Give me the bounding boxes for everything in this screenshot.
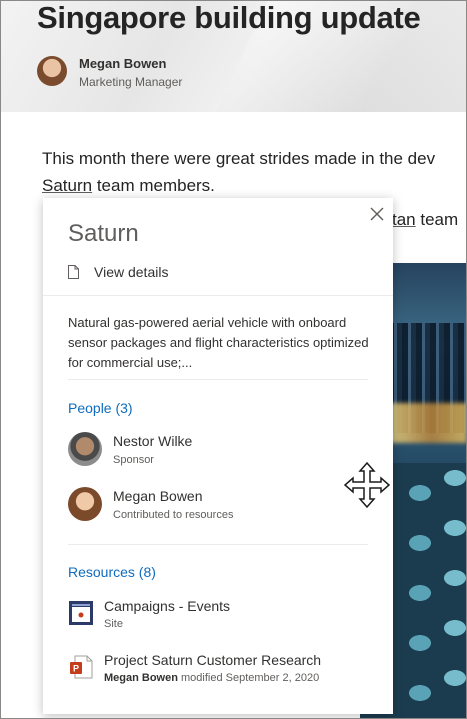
divider: [68, 379, 368, 380]
view-details-label: View details: [94, 264, 169, 280]
resources-heading[interactable]: Resources (8): [68, 564, 156, 580]
close-icon[interactable]: [368, 206, 386, 224]
person-nestor-wilke[interactable]: Nestor Wilke Sponsor: [68, 432, 368, 468]
page-header-banner: Singapore building update Megan Bowen Ma…: [0, 0, 467, 112]
person-name: Megan Bowen: [113, 488, 203, 504]
site-icon: [69, 601, 93, 625]
view-details-link[interactable]: View details: [68, 263, 168, 281]
divider: [68, 544, 368, 545]
person-role: Contributed to resources: [113, 509, 234, 521]
person-megan-bowen[interactable]: Megan Bowen Contributed to resources: [68, 487, 368, 523]
avatar: [68, 487, 102, 521]
article-text-line3-rest: team: [415, 210, 459, 229]
people-heading[interactable]: People (3): [68, 400, 133, 416]
divider: [43, 295, 393, 296]
topic-link-fragment[interactable]: tan: [392, 210, 416, 229]
resource-meta: Megan Bowen modified September 2, 2020: [104, 672, 319, 684]
move-cursor-icon: [343, 461, 391, 509]
author-avatar[interactable]: [37, 56, 67, 86]
person-name: Nestor Wilke: [113, 433, 193, 449]
page-title: Singapore building update: [37, 0, 421, 35]
resource-name: Campaigns - Events: [104, 598, 231, 614]
resource-project-saturn-research[interactable]: P Project Saturn Customer Research Megan…: [68, 652, 368, 686]
powerpoint-icon: P: [70, 655, 93, 679]
topic-title: Saturn: [68, 220, 139, 247]
article-text-line2: Saturn team members.: [42, 176, 215, 196]
resource-author: Megan Bowen: [104, 672, 178, 684]
author-role: Marketing Manager: [79, 75, 183, 89]
topic-card-saturn: Saturn View details Natural gas-powered …: [43, 198, 393, 714]
person-role: Sponsor: [113, 454, 154, 466]
avatar: [68, 432, 102, 466]
article-text-line1: This month there were great strides made…: [42, 149, 436, 168]
resource-type: Site: [104, 618, 123, 630]
svg-text:P: P: [73, 664, 79, 674]
author-name[interactable]: Megan Bowen: [79, 56, 166, 71]
topic-description: Natural gas-powered aerial vehicle with …: [68, 315, 369, 370]
article-text-line3-fragment: tan team: [392, 210, 458, 230]
saturn-topic-link[interactable]: Saturn: [42, 176, 92, 195]
resource-modified: modified September 2, 2020: [177, 672, 320, 684]
article-text-line2-rest: team members.: [92, 176, 215, 195]
resource-campaigns-events[interactable]: Campaigns - Events Site: [68, 598, 368, 632]
document-icon: [68, 265, 79, 279]
resource-name: Project Saturn Customer Research: [104, 652, 322, 668]
